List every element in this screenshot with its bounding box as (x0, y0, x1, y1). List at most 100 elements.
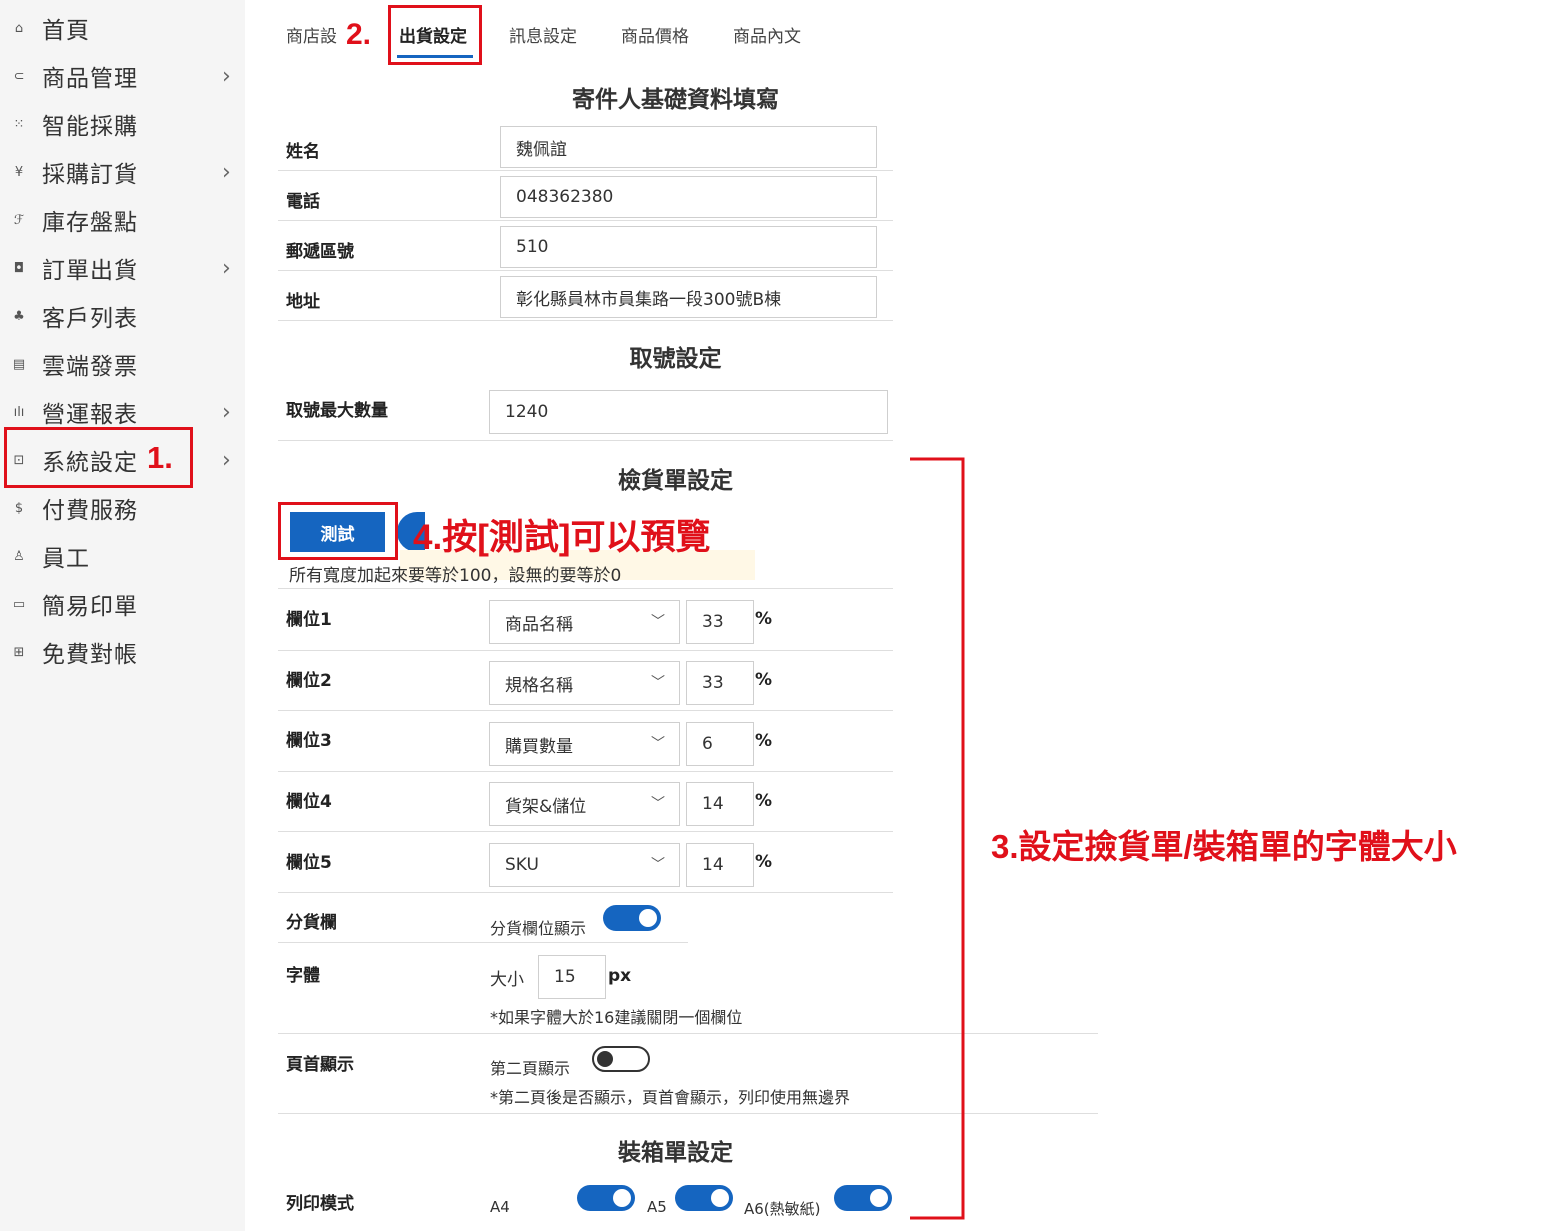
print-option-a4-toggle[interactable] (577, 1185, 635, 1211)
column-3-select[interactable]: 購買數量 ﹀ (489, 722, 680, 766)
sidebar-item-label: 簡易印單 (42, 594, 138, 620)
address-field[interactable]: 彰化縣員林市員集路一段300號B棟 (500, 276, 877, 318)
print-icon: ▭ (12, 596, 26, 612)
sidebar-item-label: 訂單出貨 (42, 258, 138, 284)
print-option-a6-label: A6(熱敏紙) (744, 1200, 821, 1218)
divider (278, 710, 893, 711)
sidebar-item-4[interactable]: ℱ 庫存盤點 (0, 198, 245, 242)
font-size-label: 大小 (490, 970, 524, 990)
sidebar-item-10[interactable]: $ 付費服務 (0, 486, 245, 530)
print-mode-label: 列印模式 (286, 1194, 354, 1214)
sidebar-item-6[interactable]: ♣ 客戶列表 (0, 294, 245, 338)
divider (278, 588, 893, 589)
divider-toggle-label: 分貨欄位顯示 (490, 919, 587, 938)
divider (278, 942, 688, 943)
divider (278, 170, 893, 171)
zip-field[interactable]: 510 (500, 226, 877, 268)
font-size-field[interactable]: 15 (538, 955, 606, 999)
print-option-a5-label: A5 (647, 1198, 667, 1216)
zip-label: 郵遞區號 (286, 242, 354, 262)
annotation-step-1: 1. (147, 440, 173, 475)
percent-sign: % (755, 609, 773, 629)
print-option-a5-toggle[interactable] (675, 1185, 733, 1211)
column-4-width[interactable]: 14 (686, 782, 754, 826)
divider (278, 270, 893, 271)
tab-store-settings[interactable]: 商店設 (286, 22, 337, 47)
sidebar-item-5[interactable]: ◘ 訂單出貨 › (0, 246, 245, 290)
annotation-bracket (910, 457, 965, 1220)
column-5-select[interactable]: SKU ﹀ (489, 843, 680, 887)
second-page-toggle[interactable] (592, 1046, 650, 1072)
percent-sign: % (755, 791, 773, 811)
sidebar-item-7[interactable]: ▤ 雲端發票 (0, 342, 245, 386)
customers-icon: ♣ (13, 308, 25, 324)
divider (278, 440, 893, 441)
tab-message-settings[interactable]: 訊息設定 (509, 22, 577, 47)
column-1-select[interactable]: 商品名稱 ﹀ (489, 600, 680, 644)
font-size-unit: px (608, 966, 632, 986)
inventory-icon: ℱ (13, 212, 25, 228)
column-1-label: 欄位1 (286, 610, 332, 630)
phone-field[interactable]: 048362380 (500, 176, 877, 218)
font-label: 字體 (286, 966, 320, 986)
column-3-width[interactable]: 6 (686, 722, 754, 766)
sidebar-item-3[interactable]: ¥ 採購訂貨 › (0, 150, 245, 194)
sender-section-title: 寄件人基礎資料填寫 (572, 87, 779, 113)
sidebar-item-label: 庫存盤點 (42, 210, 138, 236)
column-5-width[interactable]: 14 (686, 843, 754, 887)
annotation-step-2: 2. (346, 18, 372, 51)
chevron-right-icon: › (222, 255, 231, 281)
column-2-value: 規格名稱 (505, 675, 573, 696)
name-label: 姓名 (286, 142, 320, 162)
staff-icon: ♙ (13, 548, 25, 564)
name-field[interactable]: 魏佩誼 (500, 126, 877, 168)
max-number-field[interactable]: 1240 (489, 390, 888, 434)
sidebar-item-label: 商品管理 (42, 66, 138, 92)
cart-icon: ¥ (14, 164, 24, 180)
sidebar-item-2[interactable]: ⁙ 智能採購 (0, 102, 245, 146)
header-display-label: 頁首顯示 (286, 1055, 354, 1075)
annotation-box-test-button (278, 502, 398, 560)
print-option-a6-toggle[interactable] (834, 1185, 892, 1211)
divider-column-toggle[interactable] (603, 905, 661, 931)
column-5-label: 欄位5 (286, 853, 332, 873)
tab-product-price[interactable]: 商品價格 (621, 22, 689, 47)
tab-product-content[interactable]: 商品內文 (733, 22, 801, 47)
annotation-box-shipping-tab (388, 5, 482, 65)
invoice-icon: ▤ (12, 356, 26, 372)
divider (278, 831, 893, 832)
chevron-right-icon: › (222, 159, 231, 185)
divider (278, 650, 893, 651)
chevron-down-icon: ﹀ (651, 614, 665, 630)
column-2-label: 欄位2 (286, 671, 332, 691)
chevron-right-icon: › (222, 63, 231, 89)
sidebar-item-label: 員工 (42, 546, 90, 572)
percent-sign: % (755, 670, 773, 690)
annotation-step-4: 4.按[測試]可以預覽 (413, 518, 711, 557)
sidebar-item-label: 雲端發票 (42, 354, 138, 380)
sidebar-item-13[interactable]: ⊞ 免費對帳 (0, 630, 245, 674)
sidebar-item-1[interactable]: ⊂ 商品管理 › (0, 54, 245, 98)
width-hint: 所有寬度加起來要等於100，設無的要等於0 (289, 566, 622, 586)
column-2-select[interactable]: 規格名稱 ﹀ (489, 661, 680, 705)
chevron-right-icon: › (222, 447, 231, 473)
chevron-down-icon: ﹀ (651, 675, 665, 691)
sidebar-item-label: 客戶列表 (42, 306, 138, 332)
sidebar-item-12[interactable]: ▭ 簡易印單 (0, 582, 245, 626)
chevron-down-icon: ﹀ (651, 857, 665, 873)
chevron-down-icon: ﹀ (651, 736, 665, 752)
column-4-select[interactable]: 貨架&儲位 ﹀ (489, 782, 680, 826)
smart-purchase-icon: ⁙ (13, 116, 25, 132)
divider (278, 892, 893, 893)
order-icon: ◘ (13, 260, 25, 276)
dollar-icon: $ (14, 500, 24, 516)
sidebar-item-0[interactable]: ⌂ 首頁 (0, 6, 245, 50)
column-2-width[interactable]: 33 (686, 661, 754, 705)
column-1-width[interactable]: 33 (686, 600, 754, 644)
phone-label: 電話 (286, 192, 320, 212)
divider (278, 1033, 1098, 1034)
sidebar-item-11[interactable]: ♙ 員工 (0, 534, 245, 578)
divider (278, 320, 893, 321)
report-icon: ılı (13, 404, 25, 420)
column-3-value: 購買數量 (505, 736, 573, 757)
